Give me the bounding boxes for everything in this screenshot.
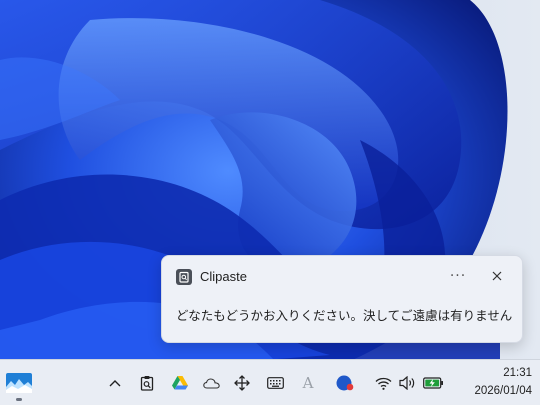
cloud-icon [202, 377, 220, 389]
onedrive-tray-button[interactable] [200, 360, 222, 405]
battery-charging-icon [422, 377, 443, 389]
notification-message: どなたもどうかお入りください。決してご遠慮は有りません [176, 308, 513, 323]
blue-circle-app-icon [336, 375, 354, 391]
notification-toast[interactable]: Clipaste ··· どなたもどうかお入りください。決してご遠慮は有りません [161, 255, 523, 343]
clock-time: 21:31 [503, 367, 532, 379]
more-options-button[interactable]: ··· [447, 265, 469, 287]
running-indicator [16, 398, 22, 401]
google-drive-icon [172, 376, 188, 390]
desktop-wallpaper [0, 0, 540, 405]
clock-date: 2026/01/04 [474, 385, 532, 397]
close-icon [492, 271, 502, 281]
ime-mode-button[interactable]: A [297, 360, 319, 405]
clipboard-search-icon [140, 376, 154, 391]
close-notification-button[interactable] [486, 265, 508, 287]
ime-icon: A [302, 374, 314, 392]
wifi-icon [375, 377, 391, 390]
blue-app-tray-button[interactable] [334, 360, 356, 405]
battery-button[interactable] [421, 360, 445, 405]
network-button[interactable] [373, 360, 393, 405]
move-icon [234, 375, 250, 391]
touch-keyboard-button[interactable] [264, 360, 286, 405]
clipaste-app-icon [176, 269, 192, 285]
chevron-up-icon [109, 380, 121, 387]
volume-button[interactable] [397, 360, 417, 405]
landscape-app-icon [6, 373, 32, 393]
taskbar: A 21:31 2026/01/04 [0, 359, 540, 405]
google-drive-tray-button[interactable] [169, 360, 191, 405]
system-clock[interactable]: 21:31 2026/01/04 [452, 364, 532, 400]
show-hidden-icons-button[interactable] [105, 360, 125, 405]
keyboard-icon [266, 377, 284, 389]
move-tray-button[interactable] [231, 360, 253, 405]
clipaste-tray-button[interactable] [136, 360, 158, 405]
volume-icon [398, 376, 414, 390]
notification-app-name: Clipaste [200, 269, 247, 284]
desktop: Clipaste ··· どなたもどうかお入りください。決してご遠慮は有りません [0, 0, 540, 405]
